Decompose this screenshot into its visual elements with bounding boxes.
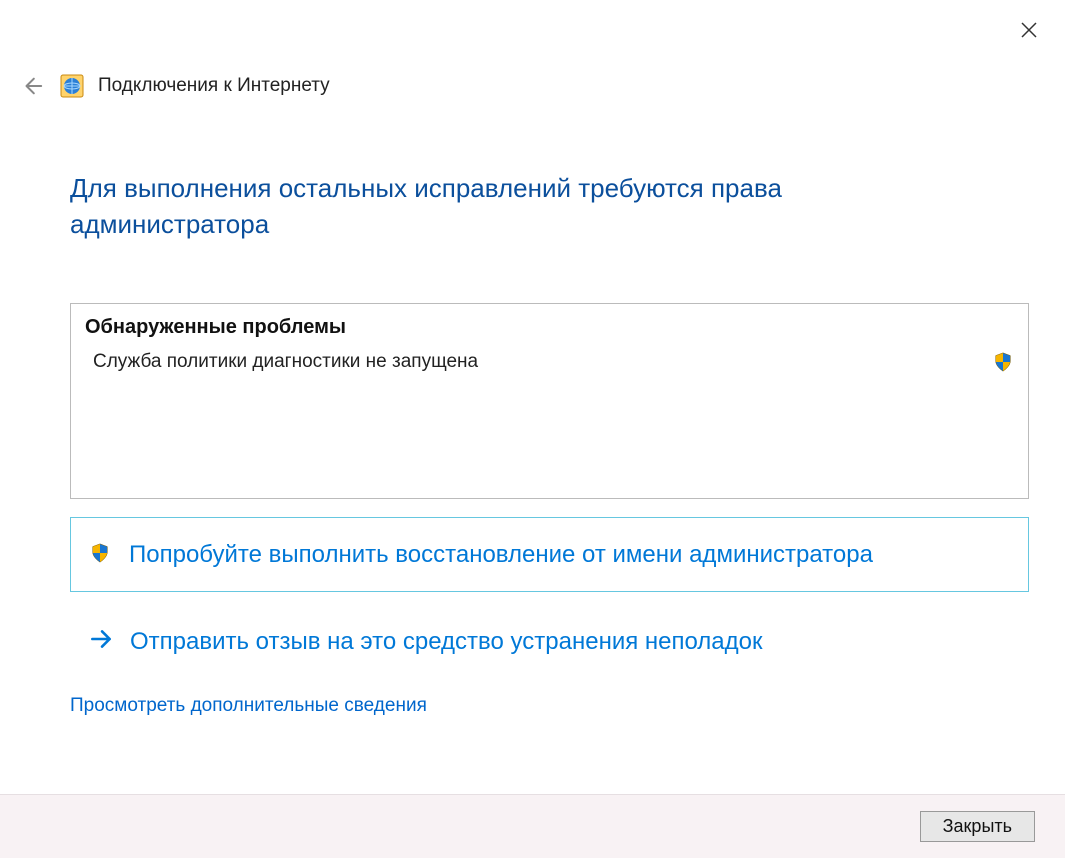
run-as-admin-label: Попробуйте выполнить восстановление от и… <box>129 538 873 572</box>
content-area: Для выполнения остальных исправлений тре… <box>70 170 1029 717</box>
shield-icon <box>992 351 1014 373</box>
problems-box: Обнаруженные проблемы Служба политики ди… <box>70 303 1029 499</box>
close-button[interactable]: Закрыть <box>920 811 1035 842</box>
more-info-link[interactable]: Просмотреть дополнительные сведения <box>70 695 1029 717</box>
back-arrow-icon[interactable] <box>18 72 46 100</box>
run-as-admin-action[interactable]: Попробуйте выполнить восстановление от и… <box>70 517 1029 593</box>
problem-text: Служба политики диагностики не запущена <box>93 351 478 373</box>
header: Подключения к Интернету <box>18 72 330 100</box>
window-title: Подключения к Интернету <box>98 75 330 97</box>
close-icon[interactable] <box>1013 14 1045 46</box>
send-feedback-action[interactable]: Отправить отзыв на это средство устранен… <box>70 620 1029 663</box>
problems-box-title: Обнаруженные проблемы <box>85 316 1014 339</box>
footer: Закрыть <box>0 794 1065 858</box>
network-globe-icon <box>60 74 84 98</box>
send-feedback-label: Отправить отзыв на это средство устранен… <box>130 628 763 656</box>
problem-row: Служба политики диагностики не запущена <box>85 351 1014 373</box>
page-heading: Для выполнения остальных исправлений тре… <box>70 170 890 243</box>
arrow-right-icon <box>88 626 114 657</box>
shield-icon <box>89 542 111 564</box>
